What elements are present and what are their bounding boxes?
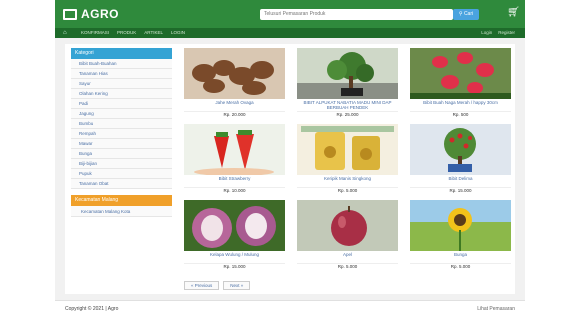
product-image[interactable]	[410, 200, 511, 251]
sidebar-item[interactable]: Mawar	[71, 139, 172, 149]
sidebar-item[interactable]: Biji-bijian	[71, 159, 172, 169]
logo[interactable]: AGRO	[63, 7, 125, 21]
footer: Copyright © 2021 | Agro Lihat Pemasaran	[55, 300, 525, 316]
nav-item-login[interactable]: LOGIN	[171, 29, 185, 37]
product-card[interactable]: Bibit Delima Rp. 15.000	[410, 124, 511, 196]
product-price: Rp. 15.000	[184, 263, 285, 270]
nav-item-produk[interactable]: PRODUK	[117, 29, 136, 37]
home-icon[interactable]: ⌂	[63, 29, 67, 37]
product-image[interactable]	[410, 124, 511, 175]
nav-account: Login Register	[481, 29, 515, 37]
product-card[interactable]: Kelapa Wulung / Mulung Rp. 15.000	[184, 200, 285, 272]
sidebar-item[interactable]: Bibit Buah-Buahan	[71, 59, 172, 69]
logo-text: AGRO	[81, 7, 119, 21]
product-name[interactable]: Bibit Delima	[410, 176, 511, 186]
next-page-button[interactable]: Next »	[223, 281, 251, 290]
register-link[interactable]: Register	[498, 29, 515, 37]
nav-item-artikel[interactable]: ARTIKEL	[144, 29, 163, 37]
region-item[interactable]: Kecamatan Malang Kota	[71, 206, 172, 217]
product-name[interactable]: Bibit Buah Naga Merah / happy 30cm	[410, 100, 511, 110]
product-name[interactable]: Keripik Manis Singkong	[297, 176, 398, 186]
sidebar-item[interactable]: Jagung	[71, 109, 172, 119]
footer-link[interactable]: Lihat Pemasaran	[477, 306, 515, 312]
sidebar-item[interactable]: Tanaman Hias	[71, 69, 172, 79]
product-image[interactable]	[297, 124, 398, 175]
product-card[interactable]: BIBIT ALPUKAT NABATIA MADU MINI DAP BERB…	[297, 48, 398, 120]
pagination: « Previous Next »	[184, 281, 251, 290]
product-card[interactable]: Jahe Merah Ovaga Rp. 20.000	[184, 48, 285, 120]
product-card[interactable]: Bibit Strawberry Rp. 10.000	[184, 124, 285, 196]
sidebar-item[interactable]: Bunga	[71, 149, 172, 159]
login-link[interactable]: Login	[481, 29, 492, 37]
sidebar-item[interactable]: Padi	[71, 99, 172, 109]
product-name[interactable]: Bunga	[410, 252, 511, 262]
product-card[interactable]: Bunga Rp. 5.000	[410, 200, 511, 272]
product-price: Rp. 5.000	[410, 263, 511, 270]
product-price: Rp. 500	[410, 111, 511, 118]
nav-bar: ⌂ KONFIRMASI PRODUK ARTIKEL LOGIN Login …	[55, 28, 525, 38]
nav-item-konfirmasi[interactable]: KONFIRMASI	[81, 29, 109, 37]
product-name[interactable]: Jahe Merah Ovaga	[184, 100, 285, 110]
product-image[interactable]	[297, 200, 398, 251]
sidebar-item[interactable]: Tanaman Obat	[71, 179, 172, 189]
product-price: Rp. 15.000	[410, 187, 511, 194]
sidebar-item[interactable]: Sayur	[71, 79, 172, 89]
product-price: Rp. 10.000	[184, 187, 285, 194]
top-header: AGRO Telusuri Pemasaran Produk ⚲ Cari 🛒︎	[55, 0, 525, 28]
product-card[interactable]: Keripik Manis Singkong Rp. 5.000	[297, 124, 398, 196]
sidebar-item[interactable]: Rempah	[71, 129, 172, 139]
product-image[interactable]	[184, 48, 285, 99]
product-price: Rp. 25.000	[297, 111, 398, 118]
product-image[interactable]	[184, 200, 285, 251]
product-card[interactable]: Bibit Buah Naga Merah / happy 30cm Rp. 50…	[410, 48, 511, 120]
search-icon: ⚲	[458, 11, 463, 17]
cart-icon[interactable]: 🛒︎	[507, 8, 520, 18]
product-price: Rp. 20.000	[184, 111, 285, 118]
sidebar-item[interactable]: Bumbu	[71, 119, 172, 129]
main-content: Kategori Bibit Buah-Buahan Tanaman Hias Sa…	[65, 44, 515, 294]
region-heading: Kecamatan Malang	[71, 195, 172, 206]
category-heading: Kategori	[71, 48, 172, 59]
product-image[interactable]	[297, 48, 398, 99]
nav-menu: KONFIRMASI PRODUK ARTIKEL LOGIN	[81, 29, 185, 37]
product-name[interactable]: Apel	[297, 252, 398, 262]
product-name[interactable]: Bibit Strawberry	[184, 176, 285, 186]
search-input[interactable]: Telusuri Pemasaran Produk	[260, 9, 453, 20]
product-name[interactable]: BIBIT ALPUKAT NABATIA MADU MINI DAP BERB…	[297, 100, 398, 110]
product-card[interactable]: Apel Rp. 5.000	[297, 200, 398, 272]
product-price: Rp. 5.000	[297, 263, 398, 270]
logo-icon	[63, 8, 77, 20]
product-price: Rp. 5.000	[297, 187, 398, 194]
sidebar-item[interactable]: Pupuk	[71, 169, 172, 179]
product-image[interactable]	[410, 48, 511, 99]
copyright-text: Copyright © 2021 | Agro	[65, 306, 119, 312]
search-button[interactable]: ⚲ Cari	[453, 9, 479, 20]
product-name[interactable]: Kelapa Wulung / Mulung	[184, 252, 285, 262]
sidebar-item[interactable]: Olahan Kering	[71, 89, 172, 99]
category-sidebar: Kategori Bibit Buah-Buahan Tanaman Hias Sa…	[71, 48, 172, 217]
product-image[interactable]	[184, 124, 285, 175]
previous-page-button[interactable]: « Previous	[184, 281, 220, 290]
